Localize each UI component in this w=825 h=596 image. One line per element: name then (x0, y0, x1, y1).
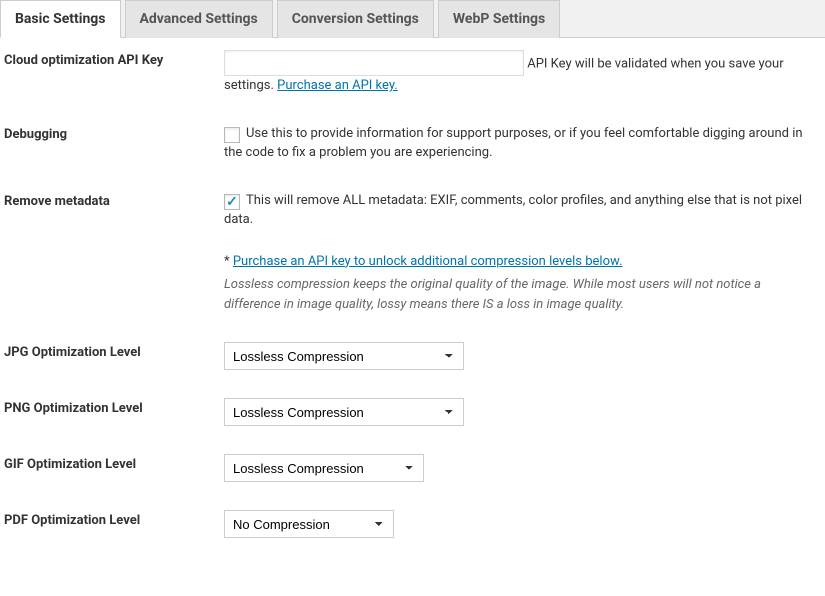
tab-basic-settings[interactable]: Basic Settings (0, 0, 121, 38)
api-key-input[interactable] (224, 50, 524, 76)
debugging-checkbox[interactable] (224, 127, 240, 143)
pdf-level-select[interactable]: No Compression (224, 510, 394, 538)
label-gif-level: GIF Optimization Level (4, 454, 224, 472)
label-png-level: PNG Optimization Level (4, 398, 224, 416)
label-pdf-level: PDF Optimization Level (4, 510, 224, 528)
jpg-level-select[interactable]: Lossless Compression (224, 342, 464, 370)
tab-advanced-settings[interactable]: Advanced Settings (125, 0, 273, 38)
label-debugging: Debugging (4, 124, 224, 142)
unlock-compression-link[interactable]: Purchase an API key to unlock additional… (233, 254, 623, 269)
label-jpg-level: JPG Optimization Level (4, 342, 224, 360)
png-level-select[interactable]: Lossless Compression (224, 398, 464, 426)
tab-conversion-settings[interactable]: Conversion Settings (277, 0, 434, 38)
gif-level-select[interactable]: Lossless Compression (224, 454, 424, 482)
compression-note: Lossless compression keeps the original … (224, 275, 815, 314)
tabs: Basic Settings Advanced Settings Convers… (0, 0, 825, 38)
label-remove-metadata: Remove metadata (4, 191, 224, 209)
tab-webp-settings[interactable]: WebP Settings (438, 0, 560, 38)
remove-metadata-description: This will remove ALL metadata: EXIF, com… (224, 193, 802, 228)
unlock-prefix: * (224, 254, 233, 269)
debugging-description: Use this to provide information for supp… (224, 126, 803, 161)
label-api-key: Cloud optimization API Key (4, 50, 224, 68)
settings-form: Cloud optimization API Key API Key will … (0, 38, 825, 596)
remove-metadata-checkbox[interactable] (224, 194, 240, 210)
purchase-api-key-link[interactable]: Purchase an API key. (277, 78, 398, 93)
